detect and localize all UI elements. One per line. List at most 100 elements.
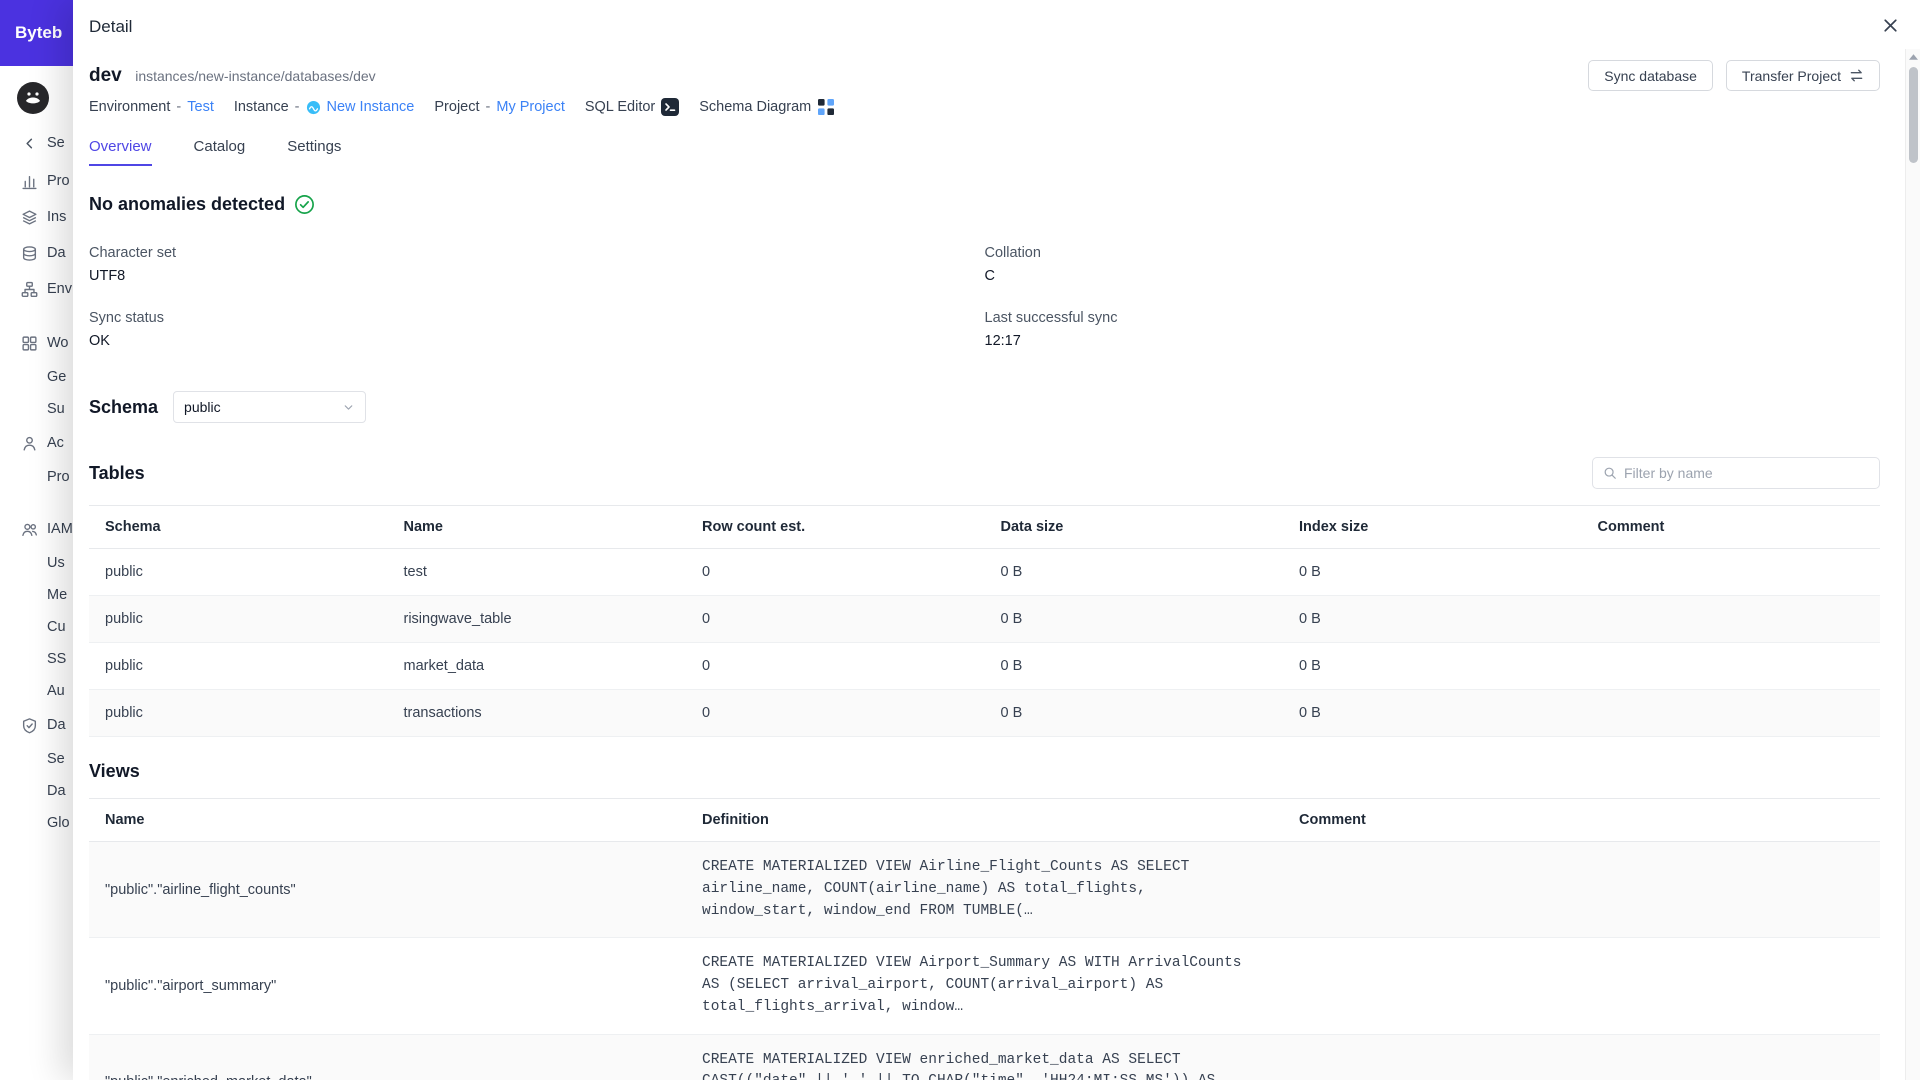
sync-database-button[interactable]: Sync database xyxy=(1588,60,1713,91)
project-link[interactable]: My Project xyxy=(496,99,565,115)
info-value: C xyxy=(985,268,1881,284)
sidebar-item-16-da[interactable]: Da xyxy=(0,707,73,743)
instance-group: Instance - New Instance xyxy=(234,99,415,115)
tab-overview[interactable]: Overview xyxy=(89,138,152,166)
view-comment xyxy=(1283,938,1880,1034)
sidebar-item-1-pro[interactable]: Pro xyxy=(0,163,73,199)
instance-label: Instance xyxy=(234,99,289,115)
sidebar-item-18-da[interactable]: Da xyxy=(0,775,73,807)
view-row[interactable]: "public"."airport_summary"CREATE MATERIA… xyxy=(89,938,1880,1034)
sidebar-item-6-ge[interactable]: Ge xyxy=(0,361,73,393)
schema-diagram-icon[interactable] xyxy=(817,98,835,116)
anomalies-text: No anomalies detected xyxy=(89,194,285,215)
sidebar-item-17-se[interactable]: Se xyxy=(0,743,73,775)
table-cell: 0 B xyxy=(1283,549,1582,596)
view-row[interactable]: "public"."enriched_market_data"CREATE MA… xyxy=(89,1034,1880,1080)
database-path: instances/new-instance/databases/dev xyxy=(135,68,375,84)
sidebar-item-label: Glo xyxy=(47,815,70,831)
table-cell: 0 xyxy=(686,549,985,596)
sql-editor-icon[interactable] xyxy=(661,98,679,116)
table-row[interactable]: publictest00 B0 B xyxy=(89,549,1880,596)
app-root: Byteb SeProInsDaEnvWoGeSuAcProIAMUsMeCuS… xyxy=(0,0,1920,1080)
scrollbar-thumb[interactable] xyxy=(1909,67,1918,163)
environment-group: Environment - Test xyxy=(89,99,214,115)
sidebar-item-9-pro[interactable]: Pro xyxy=(0,461,73,493)
sidebar-item-8-ac[interactable]: Ac xyxy=(0,425,73,461)
database-icon xyxy=(21,245,38,262)
info-value: 12:17 xyxy=(985,333,1881,349)
sidebar-item-label: Su xyxy=(47,401,65,417)
sidebar-item-15-au[interactable]: Au xyxy=(0,675,73,707)
table-cell: market_data xyxy=(388,643,687,690)
table-cell: 0 xyxy=(686,596,985,643)
sidebar-item-2-ins[interactable]: Ins xyxy=(0,199,73,235)
sidebar-item-11-us[interactable]: Us xyxy=(0,547,73,579)
tables-column-header: Row count est. xyxy=(686,506,985,549)
detail-drawer: Detail dev instances/new-instance/databa… xyxy=(73,0,1920,1080)
layers-icon xyxy=(21,209,38,226)
sitemap-icon xyxy=(21,281,38,298)
dash: - xyxy=(486,99,491,115)
user-icon xyxy=(21,435,38,452)
table-cell xyxy=(1582,596,1881,643)
views-column-header: Comment xyxy=(1283,799,1880,842)
sidebar-item-label: Pro xyxy=(47,173,70,189)
brand-logo[interactable]: Byteb xyxy=(0,0,73,66)
tables-column-header: Comment xyxy=(1582,506,1881,549)
instance-link[interactable]: New Instance xyxy=(327,99,415,115)
environment-link[interactable]: Test xyxy=(187,99,214,115)
table-cell: 0 xyxy=(686,690,985,737)
workspace-avatar[interactable] xyxy=(16,81,50,115)
table-filter xyxy=(1592,457,1880,489)
sidebar-item-label: Da xyxy=(47,717,66,733)
table-cell: 0 B xyxy=(1283,643,1582,690)
sidebar-item-19-glo[interactable]: Glo xyxy=(0,807,73,839)
sidebar-item-0-se[interactable]: Se xyxy=(0,123,73,163)
sidebar-item-label: Env xyxy=(47,281,72,297)
view-name: "public"."enriched_market_data" xyxy=(89,1034,686,1080)
info-character-set: Character setUTF8 xyxy=(89,245,985,284)
scroll-up-icon[interactable] xyxy=(1906,49,1920,65)
sidebar-item-3-da[interactable]: Da xyxy=(0,235,73,271)
sidebar-item-5-wo[interactable]: Wo xyxy=(0,325,73,361)
sidebar-item-14-ss[interactable]: SS xyxy=(0,643,73,675)
scrollbar[interactable] xyxy=(1905,49,1920,1080)
view-row[interactable]: "public"."airline_flight_counts"CREATE M… xyxy=(89,842,1880,938)
sidebar-item-4-env[interactable]: Env xyxy=(0,271,73,307)
table-row[interactable]: publicrisingwave_table00 B0 B xyxy=(89,596,1880,643)
schema-diagram-link[interactable]: Schema Diagram xyxy=(699,98,835,116)
sidebar-item-label: Se xyxy=(47,135,65,151)
sidebar-item-13-cu[interactable]: Cu xyxy=(0,611,73,643)
drawer-title: Detail xyxy=(89,17,1880,37)
tab-catalog[interactable]: Catalog xyxy=(194,138,246,166)
project-label: Project xyxy=(434,99,479,115)
sidebar-item-7-su[interactable]: Su xyxy=(0,393,73,425)
sidebar-item-label: Ac xyxy=(47,435,64,451)
info-last-successful-sync: Last successful sync12:17 xyxy=(985,310,1881,349)
tables-title: Tables xyxy=(89,463,145,484)
views-body: "public"."airline_flight_counts"CREATE M… xyxy=(89,842,1880,1080)
tab-settings[interactable]: Settings xyxy=(287,138,341,166)
sidebar-item-label: SS xyxy=(47,651,66,667)
environment-label: Environment xyxy=(89,99,170,115)
table-row[interactable]: publictransactions00 B0 B xyxy=(89,690,1880,737)
transfer-project-button[interactable]: Transfer Project xyxy=(1726,60,1880,91)
transfer-project-label: Transfer Project xyxy=(1742,68,1841,84)
tables-column-header: Schema xyxy=(89,506,388,549)
sidebar-item-12-me[interactable]: Me xyxy=(0,579,73,611)
sql-editor-link[interactable]: SQL Editor xyxy=(585,98,679,116)
database-name: dev xyxy=(89,65,122,86)
views-column-header: Name xyxy=(89,799,686,842)
view-comment xyxy=(1283,842,1880,938)
dash: - xyxy=(176,99,181,115)
table-row[interactable]: publicmarket_data00 B0 B xyxy=(89,643,1880,690)
sidebar-item-label: Ge xyxy=(47,369,66,385)
table-cell xyxy=(1582,643,1881,690)
schema-section: Schema public xyxy=(89,391,1880,423)
schema-select[interactable]: public xyxy=(173,391,366,423)
sidebar-item-10-iam[interactable]: IAM xyxy=(0,511,73,547)
sidebar-item-label: Da xyxy=(47,783,66,799)
sidebar: Byteb SeProInsDaEnvWoGeSuAcProIAMUsMeCuS… xyxy=(0,0,73,1080)
database-header: dev instances/new-instance/databases/dev… xyxy=(89,65,1880,116)
filter-input[interactable] xyxy=(1624,465,1869,481)
